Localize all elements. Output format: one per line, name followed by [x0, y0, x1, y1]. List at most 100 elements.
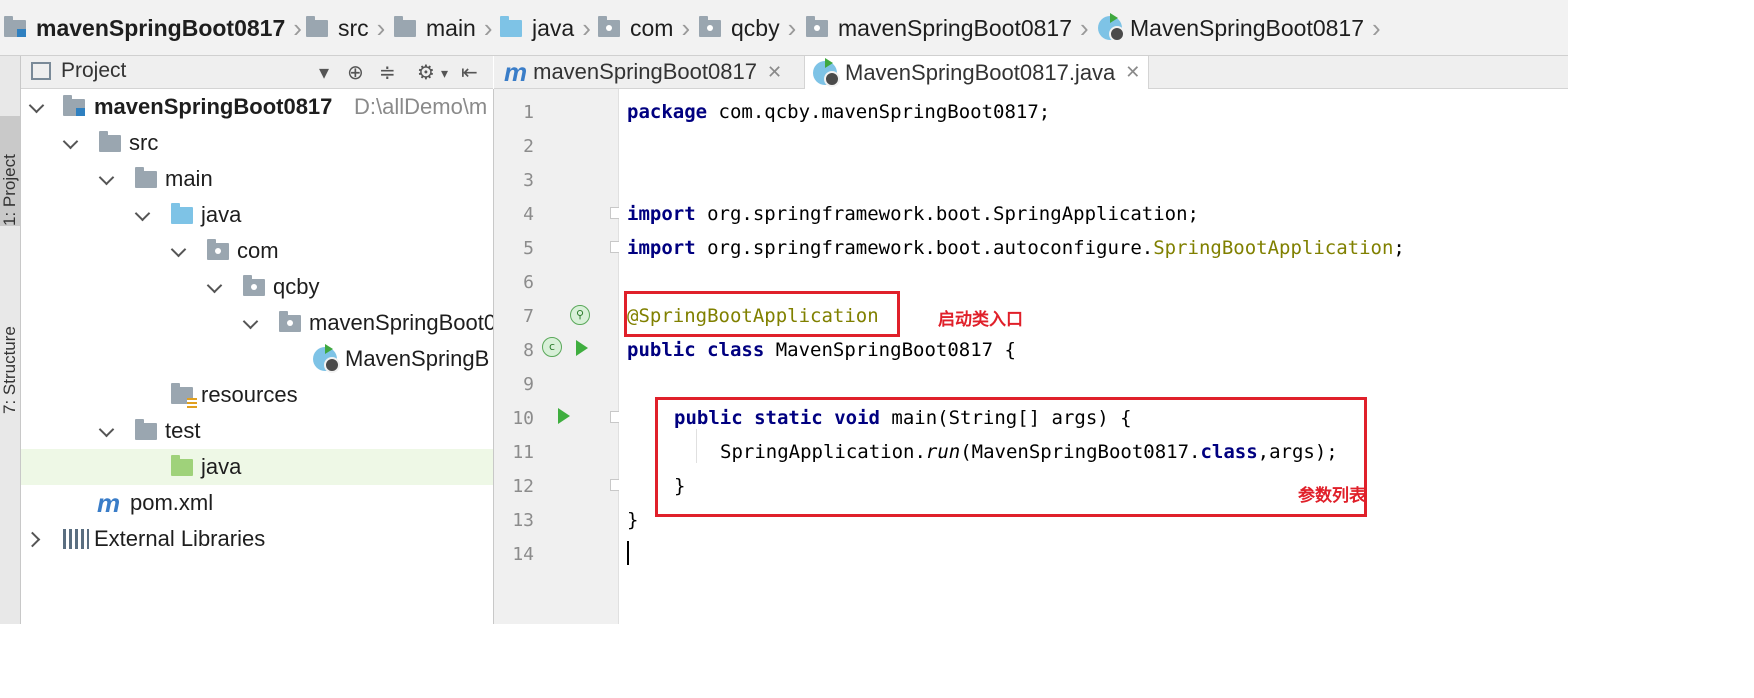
- editor-gutter: 1 2 3 4 5 6 7 8 9 10 11 12 13 14 ⚲ c: [494, 89, 622, 624]
- tree-item-label: src: [129, 130, 159, 155]
- code-line-5: import org.springframework.boot.autoconf…: [627, 231, 1405, 265]
- chevron-right-icon: ›: [483, 12, 493, 43]
- tree-item-test-java[interactable]: java: [21, 449, 493, 485]
- tree-item-external-libraries[interactable]: External Libraries: [21, 521, 493, 557]
- package-icon: [806, 15, 828, 37]
- keyword: import: [627, 237, 696, 259]
- package-icon: [279, 310, 301, 332]
- dropdown-arrow-icon[interactable]: ▾: [319, 60, 329, 85]
- tree-item-label: java: [201, 454, 242, 479]
- highlight-box-annotation: [624, 291, 900, 337]
- tool-tab-project[interactable]: 1: Project: [0, 116, 20, 226]
- tree-item-pom[interactable]: m pom.xml: [21, 485, 493, 521]
- tool-window-strip: 1: Project 7: Structure: [0, 56, 21, 624]
- chevron-down-icon[interactable]: [171, 244, 185, 258]
- keyword: public: [627, 339, 696, 361]
- code-text: MavenSpringBoot0817 {: [764, 339, 1016, 361]
- tree-item-java[interactable]: java: [21, 197, 493, 233]
- line-number: 11: [512, 442, 534, 463]
- highlight-box-main-method: [655, 397, 1367, 517]
- chevron-right-icon: ›: [1372, 12, 1381, 43]
- tree-item-src[interactable]: src: [21, 125, 493, 161]
- project-view-selector[interactable]: Project: [61, 59, 126, 83]
- tab-label: mavenSpringBoot0817: [533, 59, 757, 84]
- tree-item-label: External Libraries: [94, 526, 266, 551]
- breadcrumb-label: com: [630, 14, 674, 41]
- chevron-down-icon[interactable]: [29, 100, 43, 114]
- code-text: }: [627, 509, 639, 531]
- code-editor[interactable]: package com.qcby.mavenSpringBoot0817; im…: [619, 89, 1568, 624]
- run-icon[interactable]: [558, 408, 570, 424]
- annotation-ref: SpringBootApplication: [1153, 237, 1394, 259]
- close-icon[interactable]: ✕: [767, 62, 782, 83]
- module-folder-icon: [63, 94, 85, 116]
- hide-panel-icon[interactable]: ⇤: [461, 60, 478, 85]
- chevron-down-icon[interactable]: [63, 136, 77, 150]
- tab-pom[interactable]: m mavenSpringBoot0817 ✕: [496, 56, 790, 88]
- tab-main-class[interactable]: MavenSpringBoot0817.java ✕: [804, 56, 1150, 89]
- tree-item-qcby[interactable]: qcby: [21, 269, 493, 305]
- chevron-down-icon[interactable]: [99, 172, 113, 186]
- breadcrumb-item-class[interactable]: MavenSpringBoot0817 ›: [1098, 10, 1381, 46]
- chevron-down-icon[interactable]: [243, 316, 257, 330]
- breadcrumb-item-project[interactable]: mavenSpringBoot0817 ›: [4, 10, 302, 46]
- collapse-all-icon[interactable]: ≑: [379, 60, 396, 85]
- code-line-8: public class MavenSpringBoot0817 {: [627, 333, 1016, 367]
- project-path: D:\allDemo\m: [354, 94, 488, 119]
- tree-item-label: MavenSpringB: [345, 346, 490, 371]
- text-caret: [627, 541, 629, 565]
- package-icon: [207, 238, 229, 260]
- tree-item-label: qcby: [273, 274, 320, 299]
- line-number: 1: [523, 102, 534, 123]
- breadcrumb-item-main[interactable]: main ›: [394, 10, 493, 46]
- breadcrumb-item-package[interactable]: mavenSpringBoot0817 ›: [806, 10, 1089, 46]
- tree-item-main-class[interactable]: MavenSpringB: [21, 341, 493, 377]
- code-text: ;: [1393, 237, 1405, 259]
- chevron-down-icon[interactable]: [135, 208, 149, 222]
- run-icon[interactable]: [576, 340, 588, 356]
- note-parameter-list: 参数列表: [1298, 486, 1366, 506]
- close-icon[interactable]: ✕: [1125, 62, 1140, 83]
- breadcrumb-item-com[interactable]: com ›: [598, 10, 690, 46]
- tree-item-label: java: [201, 202, 242, 227]
- gear-icon[interactable]: ⚙: [417, 60, 435, 85]
- chevron-right-icon[interactable]: [27, 532, 41, 546]
- spring-bean-icon[interactable]: ⚲: [570, 305, 590, 325]
- code-text: com.qcby.mavenSpringBoot0817;: [707, 101, 1051, 123]
- code-line-13: }: [627, 503, 638, 537]
- editor-tab-bar: m mavenSpringBoot0817 ✕ MavenSpringBoot0…: [494, 56, 1568, 89]
- tree-item-com[interactable]: com: [21, 233, 493, 269]
- breadcrumb-item-java[interactable]: java ›: [500, 10, 591, 46]
- code-text: org.springframework.boot.SpringApplicati…: [695, 203, 1199, 225]
- breadcrumb-item-qcby[interactable]: qcby ›: [699, 10, 796, 46]
- chevron-down-icon[interactable]: [99, 424, 113, 438]
- chevron-down-icon[interactable]: [207, 280, 221, 294]
- chevron-right-icon: ›: [787, 12, 797, 43]
- breadcrumb-label: java: [532, 14, 575, 41]
- chevron-down-icon[interactable]: ▾: [441, 65, 448, 82]
- folder-icon: [306, 15, 328, 37]
- folder-icon: [99, 130, 121, 152]
- package-icon: [699, 15, 721, 37]
- resources-folder-icon: [171, 382, 197, 408]
- keyword: import: [627, 203, 696, 225]
- library-icon: [63, 529, 89, 549]
- package-icon: [598, 15, 620, 37]
- chevron-right-icon: ›: [376, 12, 386, 43]
- spring-component-icon[interactable]: c: [542, 337, 562, 357]
- tree-item-root[interactable]: mavenSpringBoot0817 D:\allDemo\m: [21, 89, 493, 125]
- tree-item-main[interactable]: main: [21, 161, 493, 197]
- tree-item-test[interactable]: test: [21, 413, 493, 449]
- tree-item-resources[interactable]: resources: [21, 377, 493, 413]
- breadcrumb-item-src[interactable]: src ›: [306, 10, 385, 46]
- maven-icon: m: [504, 56, 528, 87]
- chevron-right-icon: ›: [1080, 12, 1089, 43]
- spring-boot-class-icon: [1098, 13, 1125, 42]
- package-icon: [243, 274, 265, 296]
- source-folder-icon: [500, 15, 522, 37]
- spring-boot-class-icon: [313, 344, 340, 373]
- tree-item-label: mavenSpringBoot0: [309, 310, 494, 335]
- tree-item-package[interactable]: mavenSpringBoot0: [21, 305, 493, 341]
- locate-icon[interactable]: ⊕: [347, 60, 364, 85]
- tool-tab-structure[interactable]: 7: Structure: [0, 274, 20, 414]
